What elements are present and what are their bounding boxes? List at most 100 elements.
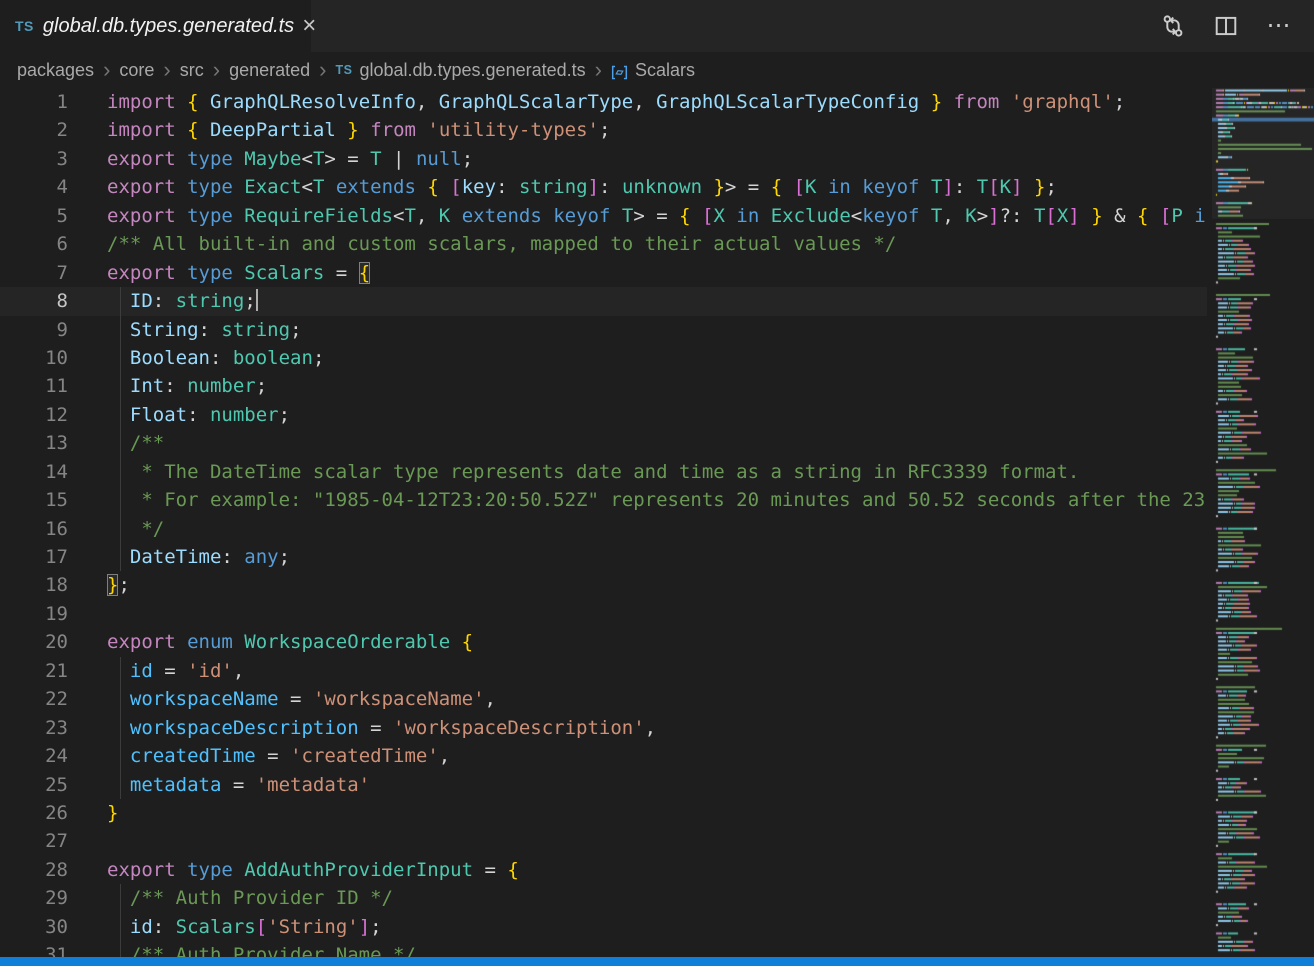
indent-guide: [120, 884, 121, 912]
code-line[interactable]: 17 DateTime: any;: [0, 543, 1207, 571]
code-line[interactable]: 13 /**: [0, 429, 1207, 457]
indent-guide: [120, 458, 121, 486]
line-number[interactable]: 3: [0, 145, 68, 173]
split-editor-icon[interactable]: [1213, 13, 1239, 39]
indent-guide: [120, 401, 121, 429]
code-line[interactable]: 15 * For example: "1985-04-12T23:20:50.5…: [0, 486, 1207, 514]
line-number[interactable]: 14: [0, 458, 68, 486]
code-line[interactable]: 2import { DeepPartial } from 'utility-ty…: [0, 116, 1207, 144]
line-number[interactable]: 11: [0, 372, 68, 400]
code-line[interactable]: 16 */: [0, 515, 1207, 543]
line-number[interactable]: 17: [0, 543, 68, 571]
indent-guide: [120, 771, 121, 799]
editor-actions: ⋯: [1160, 0, 1314, 52]
code-line[interactable]: 19: [0, 600, 1207, 628]
code-line-text: id = 'id',: [107, 657, 1207, 685]
code-line-text: * For example: "1985-04-12T23:20:50.52Z"…: [107, 486, 1207, 514]
line-number[interactable]: 28: [0, 856, 68, 884]
code-line-text: Boolean: boolean;: [107, 344, 1207, 372]
code-line[interactable]: 30 id: Scalars['String'];: [0, 913, 1207, 941]
code-line[interactable]: 18};: [0, 571, 1207, 599]
code-line[interactable]: 20 export enum WorkspaceOrderable {: [0, 628, 1207, 656]
breadcrumb-item[interactable]: core: [119, 60, 154, 81]
code-line[interactable]: 7export type Scalars = {: [0, 259, 1207, 287]
line-number[interactable]: 18: [0, 571, 68, 599]
minimap[interactable]: [1212, 88, 1314, 957]
line-number[interactable]: 27: [0, 827, 68, 855]
tab-global-db-types-generated[interactable]: TS global.db.types.generated.ts ×: [0, 0, 312, 52]
code-line[interactable]: 27: [0, 827, 1207, 855]
breadcrumb-item[interactable]: global.db.types.generated.ts: [359, 60, 585, 81]
line-number[interactable]: 7: [0, 259, 68, 287]
line-number[interactable]: 19: [0, 600, 68, 628]
code-line[interactable]: 12 Float: number;: [0, 401, 1207, 429]
code-line-text: /** All built-in and custom scalars, map…: [107, 230, 1207, 258]
line-number[interactable]: 9: [0, 316, 68, 344]
line-number[interactable]: 23: [0, 714, 68, 742]
indent-guide: [120, 714, 121, 742]
line-number[interactable]: 2: [0, 116, 68, 144]
line-number[interactable]: 25: [0, 771, 68, 799]
code-line[interactable]: 24 createdTime = 'createdTime',: [0, 742, 1207, 770]
code-line[interactable]: 3export type Maybe<T> = T | null;: [0, 145, 1207, 173]
code-line[interactable]: 11 Int: number;: [0, 372, 1207, 400]
code-line-text: */: [107, 515, 1207, 543]
line-number[interactable]: 15: [0, 486, 68, 514]
code-line[interactable]: 28export type AddAuthProviderInput = {: [0, 856, 1207, 884]
line-number[interactable]: 8: [0, 287, 68, 315]
text-cursor: [256, 289, 258, 311]
code-line[interactable]: 22 workspaceName = 'workspaceName',: [0, 685, 1207, 713]
line-number[interactable]: 30: [0, 913, 68, 941]
line-number[interactable]: 10: [0, 344, 68, 372]
code-line[interactable]: 4export type Exact<T extends { [key: str…: [0, 173, 1207, 201]
line-number[interactable]: 1: [0, 88, 68, 116]
line-number[interactable]: 6: [0, 230, 68, 258]
more-actions-icon[interactable]: ⋯: [1266, 13, 1292, 39]
line-number[interactable]: 24: [0, 742, 68, 770]
line-number[interactable]: 5: [0, 202, 68, 230]
chevron-right-icon: ›: [319, 61, 326, 79]
breadcrumb: packages›core›src›generated›TSglobal.db.…: [0, 52, 1314, 88]
code-line[interactable]: 8 ID: string;: [0, 287, 1207, 315]
code-line[interactable]: 1import { GraphQLResolveInfo, GraphQLSca…: [0, 88, 1207, 116]
code-line[interactable]: 14 * The DateTime scalar type represents…: [0, 458, 1207, 486]
code-line[interactable]: 23 workspaceDescription = 'workspaceDesc…: [0, 714, 1207, 742]
chevron-right-icon: ›: [163, 61, 170, 79]
breadcrumb-item[interactable]: Scalars: [635, 60, 695, 81]
code-line-text: metadata = 'metadata': [107, 771, 1207, 799]
code-line-text: DateTime: any;: [107, 543, 1207, 571]
line-number[interactable]: 22: [0, 685, 68, 713]
code-line[interactable]: 29 /** Auth Provider ID */: [0, 884, 1207, 912]
line-number[interactable]: 16: [0, 515, 68, 543]
line-number[interactable]: 26: [0, 799, 68, 827]
code-line[interactable]: 31 /** Auth Provider Name */: [0, 941, 1207, 957]
code-line[interactable]: 25 metadata = 'metadata': [0, 771, 1207, 799]
code-line[interactable]: 26}: [0, 799, 1207, 827]
indent-guide: [120, 543, 121, 571]
code-line[interactable]: 5export type RequireFields<T, K extends …: [0, 202, 1207, 230]
breadcrumb-item[interactable]: src: [180, 60, 204, 81]
code-line-text: workspaceName = 'workspaceName',: [107, 685, 1207, 713]
breadcrumb-item[interactable]: generated: [229, 60, 310, 81]
line-number[interactable]: 29: [0, 884, 68, 912]
line-number[interactable]: 12: [0, 401, 68, 429]
chevron-right-icon: ›: [213, 61, 220, 79]
code-line-text: ID: string;: [107, 287, 1207, 315]
line-number[interactable]: 20: [0, 628, 68, 656]
code-line-text: String: string;: [107, 316, 1207, 344]
code-line-text: export enum WorkspaceOrderable {: [107, 628, 1207, 656]
indent-guide: [120, 316, 121, 344]
code-line[interactable]: 21 id = 'id',: [0, 657, 1207, 685]
close-tab-icon[interactable]: ×: [302, 14, 316, 38]
compare-changes-icon[interactable]: [1160, 13, 1186, 39]
line-number[interactable]: 31: [0, 941, 68, 957]
code-line[interactable]: 9 String: string;: [0, 316, 1207, 344]
code-line[interactable]: 10 Boolean: boolean;: [0, 344, 1207, 372]
code-line[interactable]: 6 /** All built-in and custom scalars, ma…: [0, 230, 1207, 258]
line-number[interactable]: 13: [0, 429, 68, 457]
line-number[interactable]: 4: [0, 173, 68, 201]
breadcrumb-item[interactable]: packages: [17, 60, 94, 81]
status-bar: [0, 957, 1314, 966]
editor-tab-bar: TS global.db.types.generated.ts ×: [0, 0, 1314, 52]
line-number[interactable]: 21: [0, 657, 68, 685]
